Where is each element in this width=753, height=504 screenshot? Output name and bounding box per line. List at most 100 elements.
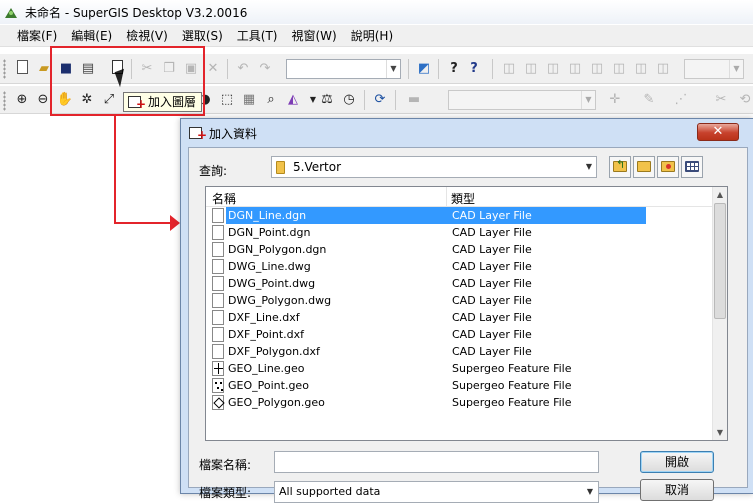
details-view-icon [685, 161, 699, 172]
layout-zoom-combo[interactable]: ▼ [684, 59, 744, 79]
menu-tools[interactable]: 工具(T) [230, 25, 285, 46]
layout-tool-1-icon[interactable]: ◫ [500, 60, 518, 78]
dialog-body: 查詢: 5.Vertor ▼ 名稱 類型 DGN_Line.dgn CAD Lay… [188, 147, 748, 503]
title-bar: 未命名 - SuperGIS Desktop V3.2.0016 [0, 0, 753, 24]
map-tips-icon[interactable]: ◩ [415, 60, 433, 78]
refresh-icon[interactable]: ⟳ [371, 91, 389, 109]
column-divider[interactable] [446, 187, 447, 207]
open-button[interactable]: 開啟 [640, 451, 714, 473]
file-type: Supergeo Feature File [452, 362, 572, 375]
zoom-in-icon[interactable]: ⊕ [13, 91, 31, 109]
look-in-combo[interactable]: 5.Vertor ▼ [271, 156, 597, 178]
layout-tool-3-icon[interactable]: ◫ [544, 60, 562, 78]
chevron-down-icon: ▼ [386, 60, 400, 78]
file-type-select[interactable]: All supported data ▼ [274, 481, 599, 503]
scroll-up-icon[interactable]: ▲ [713, 187, 727, 202]
file-row[interactable]: DWG_Point.dwg CAD Layer File [206, 275, 714, 292]
toolbar-separator [395, 90, 396, 110]
chart-icon[interactable]: ◭ [284, 91, 302, 109]
image-icon[interactable]: ▦ [240, 91, 258, 109]
list-header: 名稱 類型 [206, 187, 727, 207]
layout-tool-5-icon[interactable]: ◫ [588, 60, 606, 78]
column-header-name[interactable]: 名稱 [212, 190, 236, 207]
dialog-title-bar[interactable]: 加入資料 [181, 119, 753, 147]
layout-tool-6-icon[interactable]: ◫ [610, 60, 628, 78]
file-row[interactable]: GEO_Point.geo Supergeo Feature File [206, 377, 714, 394]
map-scale-combo[interactable]: ▼ [286, 59, 401, 79]
scroll-down-icon[interactable]: ▼ [713, 425, 727, 440]
file-name: GEO_Point.geo [228, 379, 309, 392]
toolbar-grip[interactable] [3, 91, 6, 111]
file-row[interactable]: GEO_Polygon.geo Supergeo Feature File [206, 394, 714, 411]
toolbar-grip[interactable] [3, 59, 6, 79]
menu-window[interactable]: 視窗(W) [285, 25, 344, 46]
cad-file-icon [212, 208, 224, 223]
file-row[interactable]: DWG_Polygon.dwg CAD Layer File [206, 292, 714, 309]
file-row[interactable]: DGN_Polygon.dgn CAD Layer File [206, 241, 714, 258]
file-row[interactable]: DWG_Line.dwg CAD Layer File [206, 258, 714, 275]
menu-help[interactable]: 說明(H) [344, 25, 400, 46]
point-layer-icon [212, 378, 224, 393]
layout-tool-4-icon[interactable]: ◫ [566, 60, 584, 78]
menu-view[interactable]: 檢視(V) [119, 25, 175, 46]
measure-icon[interactable]: ⚖ [318, 91, 336, 109]
delete-icon[interactable]: ✕ [204, 60, 222, 78]
dialog-close-button[interactable]: ✕ [697, 123, 739, 141]
time-icon[interactable]: ◷ [340, 91, 358, 109]
layout-tool-8-icon[interactable]: ◫ [654, 60, 672, 78]
rotate-tool-icon[interactable]: ⟲ [736, 91, 753, 109]
cad-file-icon [212, 259, 224, 274]
help-icon[interactable]: ? [445, 60, 463, 78]
undo-icon[interactable]: ↶ [234, 60, 252, 78]
new-document-icon[interactable] [13, 60, 31, 78]
file-type: CAD Layer File [452, 311, 532, 324]
scroll-thumb[interactable] [714, 203, 726, 319]
file-type: CAD Layer File [452, 243, 532, 256]
supergis-app-icon [4, 5, 19, 20]
vertical-scrollbar[interactable]: ▲ ▼ [712, 187, 727, 440]
split-tool-icon[interactable]: ✂ [712, 91, 730, 109]
file-name: DWG_Polygon.dwg [228, 294, 332, 307]
file-row[interactable]: DGN_Line.dgn CAD Layer File [206, 207, 714, 224]
dialog-title: 加入資料 [209, 126, 258, 141]
up-one-level-button[interactable] [609, 156, 631, 178]
column-header-type[interactable]: 類型 [451, 190, 475, 207]
file-type: CAD Layer File [452, 277, 532, 290]
sketch-tool-icon[interactable]: ✎ [640, 91, 658, 109]
menu-file[interactable]: 檔案(F) [10, 25, 64, 46]
chevron-down-icon: ▼ [586, 487, 594, 496]
find-icon[interactable]: ⌕ [262, 91, 280, 109]
file-row[interactable]: DXF_Polygon.dxf CAD Layer File [206, 343, 714, 360]
file-name: GEO_Polygon.geo [228, 396, 325, 409]
file-name-label: 檔案名稱: [199, 458, 252, 472]
home-folder-button[interactable] [633, 156, 655, 178]
layout-tool-7-icon[interactable]: ◫ [632, 60, 650, 78]
view-menu-button[interactable] [681, 156, 703, 178]
line-layer-icon [212, 361, 224, 376]
redo-icon[interactable]: ↷ [256, 60, 274, 78]
file-type-label: 檔案類型: [199, 486, 252, 500]
file-type: Supergeo Feature File [452, 396, 572, 409]
vertex-tool-icon[interactable]: ⋰ [672, 91, 690, 109]
file-name-input[interactable] [274, 451, 599, 473]
connect-folder-button[interactable] [657, 156, 679, 178]
menu-edit[interactable]: 編輯(E) [64, 25, 119, 46]
menu-select[interactable]: 選取(S) [175, 25, 230, 46]
whats-this-icon[interactable]: ? [465, 60, 483, 78]
select-features-icon[interactable]: ⬚ [218, 91, 236, 109]
cancel-button[interactable]: 取消 [640, 479, 714, 501]
edit-tool-icon[interactable]: ✛ [606, 91, 624, 109]
edit-target-combo[interactable]: ▼ [448, 90, 596, 110]
file-row[interactable]: GEO_Line.geo Supergeo Feature File [206, 360, 714, 377]
editor-menu-icon[interactable]: ▬ [405, 91, 423, 109]
file-row[interactable]: DXF_Line.dxf CAD Layer File [206, 309, 714, 326]
file-rows: DGN_Line.dgn CAD Layer File DGN_Point.dgn C… [206, 207, 714, 411]
file-row[interactable]: DGN_Point.dgn CAD Layer File [206, 224, 714, 241]
layout-tool-2-icon[interactable]: ◫ [522, 60, 540, 78]
chevron-down-icon: ▼ [581, 91, 595, 109]
folder-up-icon [613, 158, 627, 172]
callout-arrow-icon [170, 215, 180, 231]
chevron-down-icon: ▼ [585, 162, 593, 171]
file-row[interactable]: DXF_Point.dxf CAD Layer File [206, 326, 714, 343]
file-list[interactable]: 名稱 類型 DGN_Line.dgn CAD Layer File DGN_Poin… [205, 186, 728, 441]
